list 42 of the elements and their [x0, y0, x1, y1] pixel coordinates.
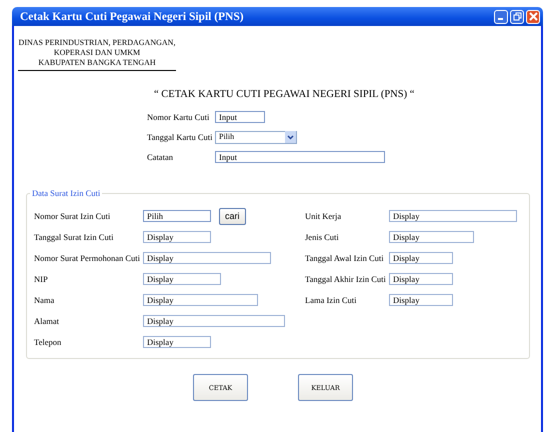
display-field[interactable]: Display: [143, 231, 211, 243]
input-field[interactable]: Input: [215, 151, 385, 163]
field-label: Catatan: [147, 152, 174, 162]
field-label: Unit Kerja: [305, 211, 342, 221]
display-field[interactable]: Display: [389, 273, 453, 285]
display-field[interactable]: Display: [389, 231, 474, 243]
field-label: Jenis Cuti: [305, 232, 340, 242]
display-field[interactable]: Display: [389, 252, 453, 264]
field-label: Tanggal Akhir Izin Cuti: [305, 274, 387, 284]
field-label: NIP: [34, 274, 49, 284]
restore-button[interactable]: [510, 10, 524, 24]
field-label: Tanggal Surat Izin Cuti: [34, 232, 114, 242]
input-field[interactable]: Input: [215, 111, 265, 123]
close-button[interactable]: [526, 10, 540, 24]
display-field[interactable]: Display: [143, 336, 211, 348]
close-icon: [528, 12, 538, 21]
minimize-button[interactable]: [494, 10, 508, 24]
field-label: Nomor Kartu Cuti: [147, 112, 210, 122]
agency-name: KABUPATEN BANGKA TENGAH: [37, 58, 157, 68]
agency-name: KOPERASI DAN UMKM: [52, 48, 142, 58]
field-label: Lama Izin Cuti: [305, 295, 358, 305]
field-label: Nama: [34, 295, 56, 305]
restore-icon: [512, 12, 522, 21]
search-button[interactable]: cari: [219, 208, 246, 224]
display-field[interactable]: Display: [143, 252, 271, 264]
field-label: Tanggal Kartu Cuti: [147, 132, 214, 142]
field-label: Nomor Surat Permohonan Cuti: [34, 253, 142, 263]
dropdown[interactable]: Pilih: [215, 130, 297, 144]
display-field[interactable]: Display: [143, 273, 221, 285]
field-label: Alamat: [34, 316, 60, 326]
display-field[interactable]: Display: [143, 294, 258, 306]
form-heading: “ CETAK KARTU CUTI PEGAWAI NEGERI SIPIL (PNS) “: [154, 89, 416, 100]
field-label: Telepon: [34, 337, 62, 347]
field-label: Nomor Surat Izin Cuti: [34, 211, 112, 221]
group-title: Data Surat Izin Cuti: [30, 188, 102, 198]
window-title: Cetak Kartu Cuti Pegawai Negeri Sipil (PNS): [20, 10, 244, 22]
display-field[interactable]: Display: [389, 294, 453, 306]
display-field[interactable]: Display: [389, 210, 517, 222]
display-field[interactable]: Display: [143, 315, 285, 327]
field-label: Tanggal Awal Izin Cuti: [305, 253, 385, 263]
input-field[interactable]: Pilih: [143, 210, 211, 222]
agency-name: DINAS PERINDUSTRIAN, PERDAGANGAN,: [18, 38, 176, 48]
